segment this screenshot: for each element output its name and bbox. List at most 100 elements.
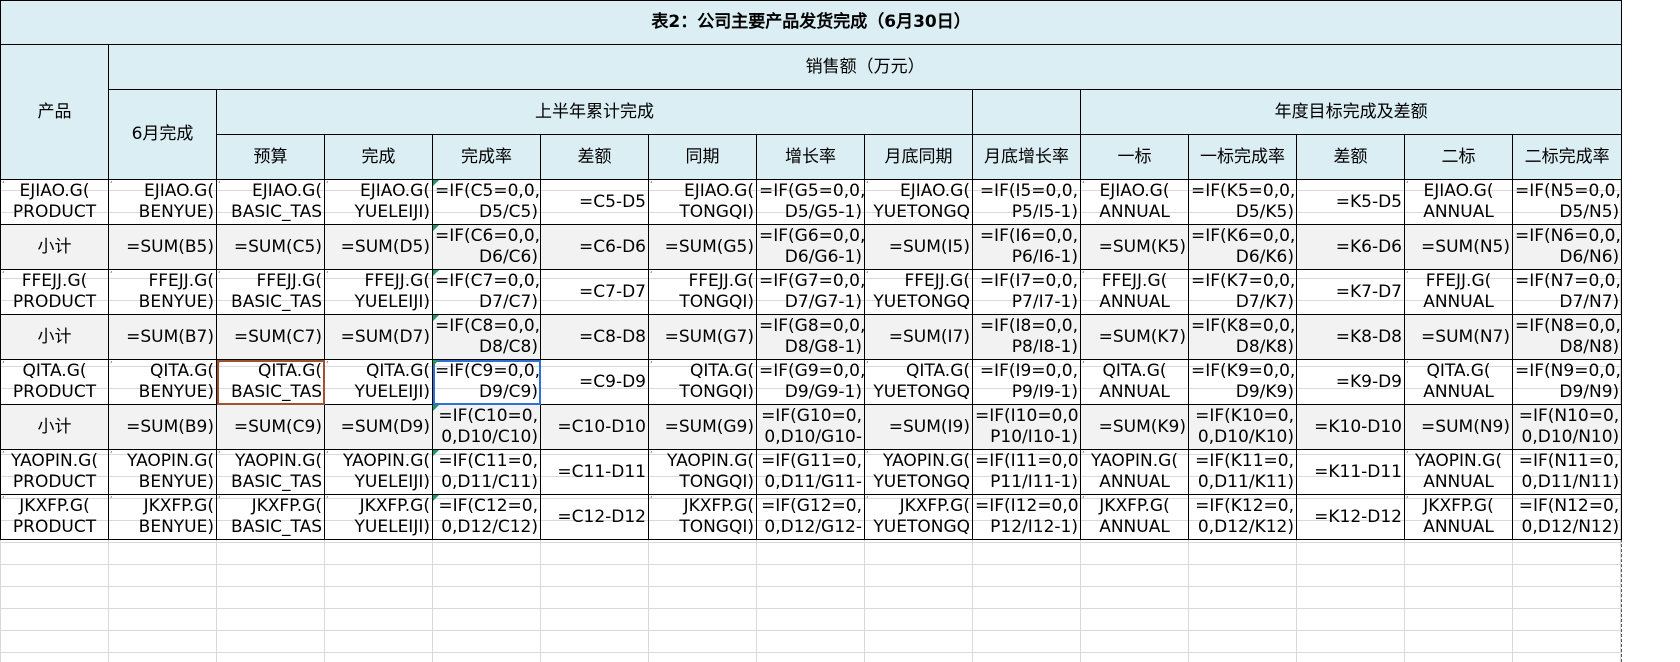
column-header[interactable]: 完成: [324, 134, 433, 180]
data-cell[interactable]: =IF(K7=0,0, D7/K7): [1188, 269, 1297, 315]
data-cell[interactable]: JKXFP.G( BASIC_TAS ‘: [216, 494, 325, 540]
data-cell[interactable]: =SUM(G5): [648, 224, 757, 270]
data-cell[interactable]: =IF(K8=0,0, D8/K8): [1188, 314, 1297, 360]
data-cell[interactable]: FFEJJ.G( ANNUAL ‘: [1080, 269, 1189, 315]
data-cell[interactable]: QITA.G( YUETONGQ ‘: [864, 359, 973, 405]
data-cell[interactable]: =C11-D11: [540, 449, 649, 495]
data-cell[interactable]: =IF(C6=0,0, D6/C6): [432, 224, 541, 270]
column-header[interactable]: 增长率: [756, 134, 865, 180]
data-cell[interactable]: =SUM(N9): [1404, 404, 1513, 450]
product-cell[interactable]: FFEJJ.G( PRODUCT ‘: [0, 269, 109, 315]
data-cell[interactable]: =IF(I11=0,0, P11/I11-1): [972, 449, 1081, 495]
data-cell[interactable]: =K10-D10: [1296, 404, 1405, 450]
data-cell[interactable]: EJIAO.G( BENYUE) ‘: [108, 179, 217, 225]
data-cell[interactable]: JKXFP.G( BENYUE) ‘: [108, 494, 217, 540]
data-cell[interactable]: QITA.G( TONGQI) ‘: [648, 359, 757, 405]
data-cell[interactable]: QITA.G( BASIC_TAS ‘: [216, 359, 325, 405]
data-cell[interactable]: =SUM(K9): [1080, 404, 1189, 450]
data-cell[interactable]: YAOPIN.G( TONGQI) ‘: [648, 449, 757, 495]
data-cell[interactable]: YAOPIN.G( BENYUE) ‘: [108, 449, 217, 495]
column-header[interactable]: 完成率: [432, 134, 541, 180]
data-cell[interactable]: =IF(C10=0, 0,D10/C10): [432, 404, 541, 450]
data-cell[interactable]: =IF(G5=0,0, D5/G5-1): [756, 179, 865, 225]
data-cell[interactable]: =C12-D12: [540, 494, 649, 540]
data-cell[interactable]: =IF(K6=0,0, D6/K6): [1188, 224, 1297, 270]
header-product[interactable]: 产品: [0, 44, 109, 180]
data-cell[interactable]: QITA.G( BENYUE) ‘: [108, 359, 217, 405]
data-cell[interactable]: QITA.G( YUELEIJI) ‘: [324, 359, 433, 405]
data-cell[interactable]: =IF(I8=0,0, P8/I8-1): [972, 314, 1081, 360]
data-cell[interactable]: EJIAO.G( YUETONGQ ‘: [864, 179, 973, 225]
data-cell[interactable]: =SUM(I5): [864, 224, 973, 270]
data-cell[interactable]: YAOPIN.G( ANNUAL ‘: [1404, 449, 1513, 495]
column-header[interactable]: 一标完成率: [1188, 134, 1297, 180]
product-cell[interactable]: JKXFP.G( PRODUCT ‘: [0, 494, 109, 540]
product-cell[interactable]: QITA.G( PRODUCT ‘: [0, 359, 109, 405]
data-cell[interactable]: =SUM(B5): [108, 224, 217, 270]
data-cell[interactable]: =K5-D5: [1296, 179, 1405, 225]
data-cell[interactable]: =K12-D12: [1296, 494, 1405, 540]
product-cell[interactable]: YAOPIN.G( PRODUCT ‘: [0, 449, 109, 495]
data-cell[interactable]: YAOPIN.G( YUETONGQ ‘: [864, 449, 973, 495]
column-header[interactable]: 二标: [1404, 134, 1513, 180]
data-cell[interactable]: =IF(G8=0,0, D8/G8-1): [756, 314, 865, 360]
data-cell[interactable]: =IF(I7=0,0, P7/I7-1): [972, 269, 1081, 315]
header-empty[interactable]: [972, 89, 1081, 135]
data-cell[interactable]: =IF(G10=0, 0,D10/G10-: [756, 404, 865, 450]
column-header[interactable]: 一标: [1080, 134, 1189, 180]
data-cell[interactable]: =IF(N5=0,0, D5/N5): [1511, 179, 1623, 225]
data-cell[interactable]: FFEJJ.G( BASIC_TAS ‘: [216, 269, 325, 315]
data-cell[interactable]: =IF(G9=0,0, D9/G9-1): [756, 359, 865, 405]
data-cell[interactable]: =IF(N12=0, 0,D12/N12): [1511, 494, 1623, 540]
data-cell[interactable]: =C8-D8: [540, 314, 649, 360]
data-cell[interactable]: =SUM(N5): [1404, 224, 1513, 270]
column-header[interactable]: 月底增长率: [972, 134, 1081, 180]
column-header[interactable]: 差额: [1296, 134, 1405, 180]
data-cell[interactable]: =SUM(K7): [1080, 314, 1189, 360]
data-cell[interactable]: =C9-D9: [540, 359, 649, 405]
data-cell[interactable]: =IF(G6=0,0, D6/G6-1): [756, 224, 865, 270]
data-cell[interactable]: FFEJJ.G( YUELEIJI) ‘: [324, 269, 433, 315]
header-june[interactable]: 6月完成: [108, 89, 217, 180]
data-cell[interactable]: =IF(K5=0,0, D5/K5): [1188, 179, 1297, 225]
data-cell[interactable]: EJIAO.G( YUELEIJI) ‘: [324, 179, 433, 225]
data-cell[interactable]: EJIAO.G( TONGQI) ‘: [648, 179, 757, 225]
data-cell[interactable]: =IF(N6=0,0, D6/N6): [1511, 224, 1623, 270]
data-cell[interactable]: =IF(G7=0,0, D7/G7-1): [756, 269, 865, 315]
data-cell[interactable]: JKXFP.G( ANNUAL ‘: [1404, 494, 1513, 540]
data-cell[interactable]: =IF(I10=0,0, P10/I10-1): [972, 404, 1081, 450]
data-cell[interactable]: YAOPIN.G( YUELEIJI) ‘: [324, 449, 433, 495]
data-cell[interactable]: =IF(C11=0, 0,D11/C11): [432, 449, 541, 495]
header-annual[interactable]: 年度目标完成及差额: [1079, 89, 1623, 135]
data-cell[interactable]: =IF(N9=0,0, D9/N9): [1511, 359, 1623, 405]
product-cell[interactable]: 小计: [0, 224, 109, 270]
column-header[interactable]: 二标完成率: [1511, 134, 1623, 180]
product-cell[interactable]: 小计: [0, 404, 109, 450]
data-cell[interactable]: =C10-D10: [540, 404, 649, 450]
data-cell[interactable]: =IF(I12=0,0, P12/I12-1): [972, 494, 1081, 540]
product-cell[interactable]: EJIAO.G( PRODUCT ‘: [0, 179, 109, 225]
data-cell[interactable]: QITA.G( ANNUAL ‘: [1080, 359, 1189, 405]
data-cell[interactable]: =IF(G11=0, 0,D11/G11-: [756, 449, 865, 495]
data-cell[interactable]: =C7-D7: [540, 269, 649, 315]
product-cell[interactable]: 小计: [0, 314, 109, 360]
data-cell[interactable]: =C6-D6: [540, 224, 649, 270]
data-cell[interactable]: EJIAO.G( ANNUAL ‘: [1404, 179, 1513, 225]
data-cell[interactable]: =IF(K10=0, 0,D10/K10): [1188, 404, 1297, 450]
data-cell[interactable]: =SUM(B9): [108, 404, 217, 450]
data-cell[interactable]: JKXFP.G( ANNUAL ‘: [1080, 494, 1189, 540]
data-cell[interactable]: =IF(I6=0,0, P6/I6-1): [972, 224, 1081, 270]
data-cell[interactable]: =IF(I9=0,0, P9/I9-1): [972, 359, 1081, 405]
data-cell[interactable]: FFEJJ.G( BENYUE) ‘: [108, 269, 217, 315]
data-cell[interactable]: =IF(K9=0,0, D9/K9): [1188, 359, 1297, 405]
data-cell[interactable]: JKXFP.G( YUELEIJI) ‘: [324, 494, 433, 540]
data-cell[interactable]: =SUM(I9): [864, 404, 973, 450]
data-cell[interactable]: =SUM(I7): [864, 314, 973, 360]
data-cell[interactable]: =K6-D6: [1296, 224, 1405, 270]
column-header[interactable]: 差额: [540, 134, 649, 180]
data-cell[interactable]: FFEJJ.G( YUETONGQ ‘: [864, 269, 973, 315]
data-cell[interactable]: =SUM(B7): [108, 314, 217, 360]
data-cell[interactable]: JKXFP.G( TONGQI) ‘: [648, 494, 757, 540]
data-cell[interactable]: =SUM(C5): [216, 224, 325, 270]
data-cell[interactable]: =IF(N7=0,0, D7/N7): [1511, 269, 1623, 315]
